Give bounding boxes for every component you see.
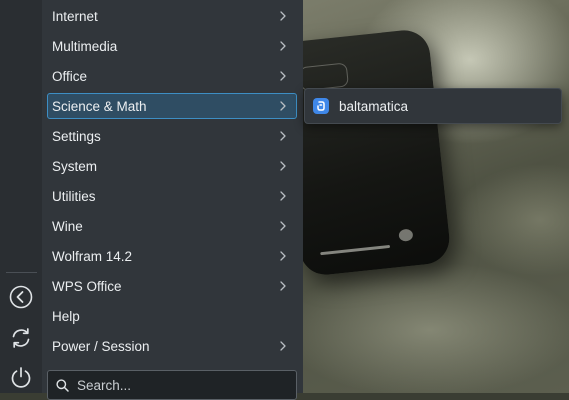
search-field[interactable] — [47, 370, 297, 400]
menu-item-office[interactable]: Office — [47, 63, 297, 89]
chevron-right-icon — [276, 11, 290, 21]
menu-item-label: Settings — [52, 128, 101, 144]
menu-item-label: Wine — [52, 218, 83, 234]
menu-item-wolfram-14-2[interactable]: Wolfram 14.2 — [47, 243, 297, 269]
chevron-right-icon — [276, 131, 290, 141]
launcher-sidebar — [0, 0, 43, 393]
search-icon — [56, 378, 69, 392]
menu-item-utilities[interactable]: Utilities — [47, 183, 297, 209]
sidebar-divider — [6, 272, 37, 273]
menu-item-science-math[interactable]: Science & Math — [47, 93, 297, 119]
menu-item-label: Science & Math — [52, 98, 147, 114]
menu-item-multimedia[interactable]: Multimedia — [47, 33, 297, 59]
menu-item-system[interactable]: System — [47, 153, 297, 179]
menu-item-label: Multimedia — [52, 38, 118, 54]
submenu-science-math: baltamatica — [304, 88, 562, 124]
chevron-right-icon — [276, 191, 290, 201]
menu-item-wps-office[interactable]: WPS Office — [47, 273, 297, 299]
menu-item-wine[interactable]: Wine — [47, 213, 297, 239]
submenu-item-label: baltamatica — [339, 98, 409, 114]
refresh-icon — [12, 328, 30, 348]
menu-item-label: Help — [52, 308, 80, 324]
menu-item-label: Office — [52, 68, 88, 84]
menu-item-label: Internet — [52, 8, 98, 24]
chevron-right-icon — [276, 281, 290, 291]
chevron-right-icon — [276, 251, 290, 261]
chevron-right-icon — [276, 101, 290, 111]
submenu-item-baltamatica[interactable]: baltamatica — [309, 93, 557, 119]
refresh-button[interactable] — [8, 325, 34, 351]
chevron-right-icon — [276, 71, 290, 81]
menu-item-label: Wolfram 14.2 — [52, 248, 133, 264]
wallpaper-phone-image — [278, 27, 452, 278]
baltamatica-app-icon — [313, 98, 329, 114]
search-input[interactable] — [77, 377, 277, 393]
menu-item-power-session[interactable]: Power / Session — [47, 333, 297, 359]
power-icon — [11, 367, 31, 388]
power-button[interactable] — [8, 364, 34, 390]
chevron-right-icon — [276, 221, 290, 231]
menu-item-label: WPS Office — [52, 278, 122, 294]
menu-item-label: System — [52, 158, 98, 174]
chevron-right-icon — [276, 161, 290, 171]
back-icon — [9, 285, 33, 309]
chevron-right-icon — [276, 41, 290, 51]
menu-item-label: Utilities — [52, 188, 96, 204]
application-menu: Internet Multimedia Office Science & Math Se… — [42, 0, 303, 400]
chevron-right-icon — [276, 341, 290, 351]
menu-item-label: Power / Session — [52, 338, 150, 354]
back-button[interactable] — [8, 284, 34, 310]
menu-item-internet[interactable]: Internet — [47, 3, 297, 29]
menu-item-settings[interactable]: Settings — [47, 123, 297, 149]
menu-item-help[interactable]: Help — [47, 303, 297, 329]
